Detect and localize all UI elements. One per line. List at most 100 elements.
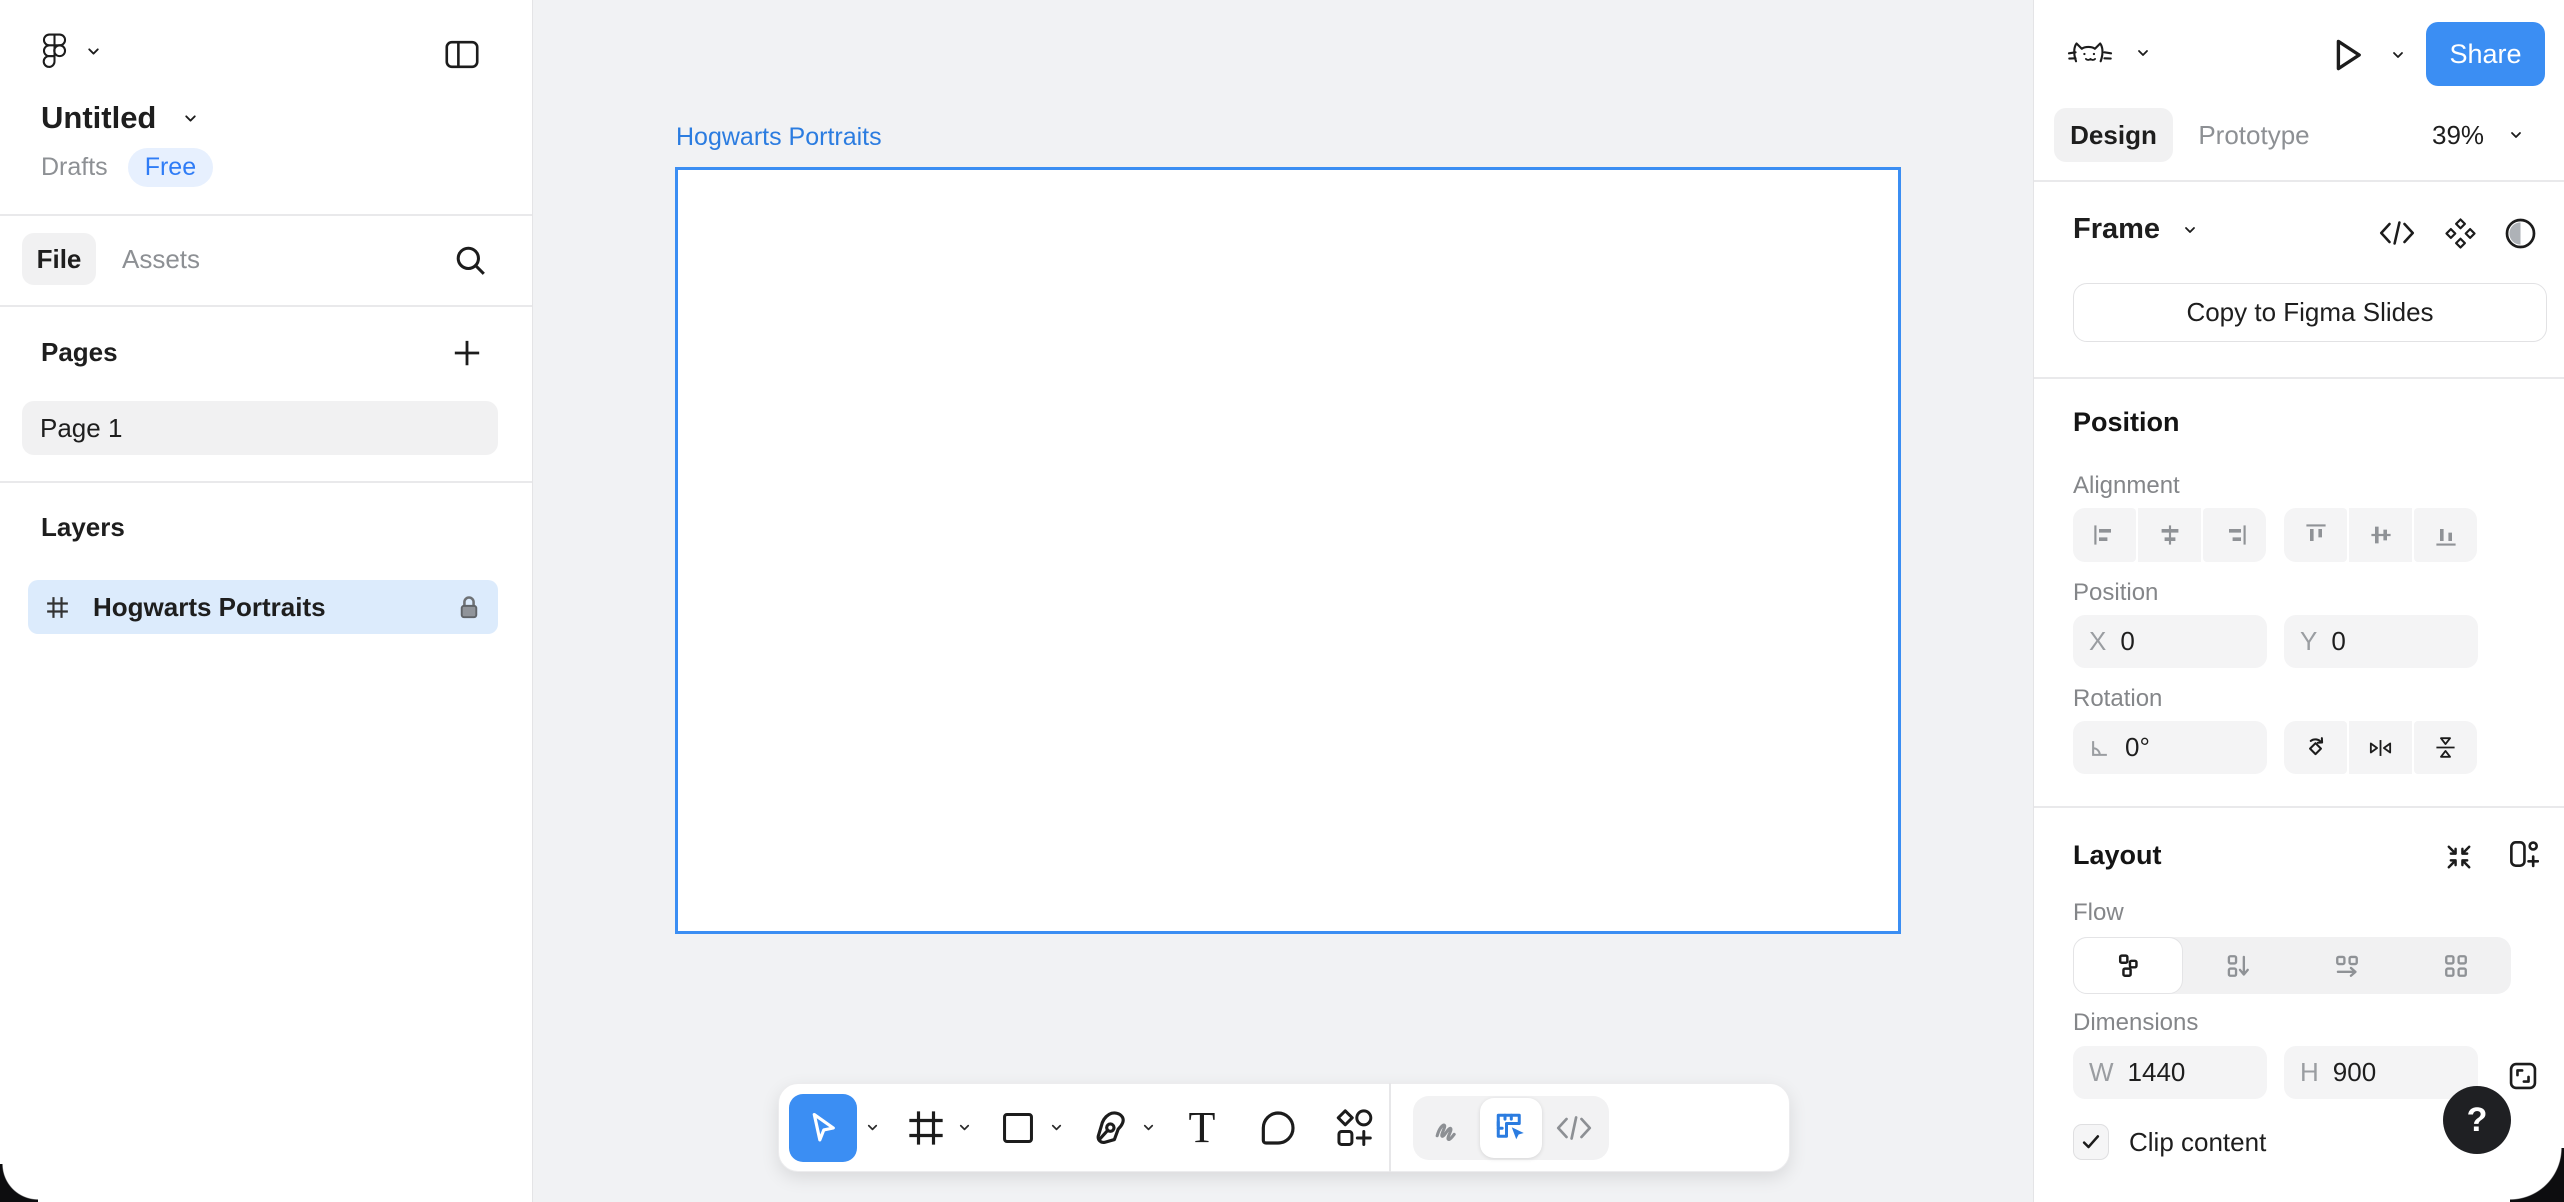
design-mode-button[interactable] <box>1480 1098 1542 1158</box>
share-button[interactable]: Share <box>2426 22 2545 86</box>
pen-tool[interactable] <box>1087 1098 1133 1158</box>
flow-label: Flow <box>2073 899 2124 927</box>
chevron-down-icon <box>2508 127 2524 143</box>
flow-horizontal-option[interactable] <box>2292 953 2401 979</box>
draw-mode-button[interactable] <box>1416 1096 1480 1160</box>
add-page-icon[interactable] <box>452 338 482 368</box>
align-top-button[interactable] <box>2284 508 2347 562</box>
lock-icon[interactable] <box>458 594 480 621</box>
w-value: 1440 <box>2128 1057 2186 1088</box>
align-right-button[interactable] <box>2203 508 2266 562</box>
y-position-input[interactable]: Y 0 <box>2284 615 2478 668</box>
alignment-label: Alignment <box>2073 472 2180 500</box>
help-button[interactable]: ? <box>2443 1086 2511 1154</box>
zoom-menu[interactable]: 39% <box>2432 108 2524 162</box>
height-input[interactable]: H 900 <box>2284 1046 2478 1099</box>
dev-code-icon[interactable] <box>2379 220 2415 246</box>
pen-tool-options-chevron[interactable] <box>1133 1098 1163 1158</box>
constrain-proportions-icon[interactable] <box>2507 1060 2539 1092</box>
width-input[interactable]: W 1440 <box>2073 1046 2267 1099</box>
selection-type-menu[interactable]: Frame <box>2073 213 2198 246</box>
comment-bubble-icon <box>1258 1108 1298 1148</box>
comment-tool[interactable] <box>1255 1098 1301 1158</box>
canvas-frame-label[interactable]: Hogwarts Portraits <box>676 123 882 152</box>
layers-header: Layers <box>41 512 125 543</box>
move-cursor-icon <box>804 1109 842 1147</box>
align-horizontal-centers-button[interactable] <box>2138 508 2201 562</box>
rotation-input[interactable]: 0° <box>2073 721 2267 774</box>
variable-modes-icon[interactable] <box>2504 217 2537 250</box>
collapse-panel-icon[interactable] <box>444 40 480 69</box>
angle-icon <box>2089 737 2111 759</box>
present-options-chevron-icon[interactable] <box>2390 47 2406 63</box>
rotation-label: Rotation <box>2073 685 2162 713</box>
y-value: 0 <box>2331 626 2345 657</box>
flow-freeform-option[interactable] <box>2073 937 2183 994</box>
rotate-90-button[interactable] <box>2284 721 2347 774</box>
right-inspector-panel: Share Design Prototype 39% Frame C <box>2033 0 2564 1202</box>
y-label: Y <box>2300 626 2317 657</box>
tab-design[interactable]: Design <box>2054 108 2173 162</box>
tab-file[interactable]: File <box>22 233 96 285</box>
breadcrumb-drafts[interactable]: Drafts <box>41 153 108 182</box>
frame-tool[interactable] <box>903 1098 949 1158</box>
design-ruler-cursor-icon <box>1493 1110 1529 1146</box>
dev-mode-button[interactable] <box>1542 1096 1606 1160</box>
pages-header: Pages <box>41 337 118 368</box>
w-label: W <box>2089 1057 2114 1088</box>
clip-content-label: Clip content <box>2129 1127 2266 1158</box>
move-tool-options-chevron[interactable] <box>857 1098 887 1158</box>
frame-icon <box>906 1108 946 1148</box>
layer-item-hogwarts-portraits[interactable]: Hogwarts Portraits <box>28 580 498 634</box>
tab-assets[interactable]: Assets <box>122 233 200 285</box>
resize-to-fit-icon[interactable] <box>2444 842 2474 872</box>
clip-content-checkbox[interactable] <box>2073 1124 2109 1160</box>
figma-app: Untitled Drafts Free File Assets Pages P… <box>0 0 2564 1202</box>
align-left-button[interactable] <box>2073 508 2136 562</box>
pen-icon <box>1089 1107 1131 1149</box>
shape-tool-options-chevron[interactable] <box>1041 1098 1071 1158</box>
actions-tool[interactable] <box>1331 1098 1377 1158</box>
chevron-down-icon <box>85 43 102 60</box>
flip-horizontal-button[interactable] <box>2349 721 2412 774</box>
x-label: X <box>2089 626 2106 657</box>
x-position-input[interactable]: X 0 <box>2073 615 2267 668</box>
file-name-menu[interactable]: Untitled <box>41 100 199 136</box>
rectangle-icon <box>999 1109 1037 1147</box>
actions-icon <box>1333 1107 1375 1149</box>
main-menu-button[interactable] <box>42 33 102 70</box>
chevron-down-icon <box>2135 45 2151 61</box>
help-question-mark: ? <box>2467 1101 2488 1140</box>
flow-vertical-option[interactable] <box>2183 953 2292 979</box>
frame-layer-icon <box>46 596 69 619</box>
checkmark-icon <box>2081 1133 2101 1151</box>
mode-switcher <box>1413 1096 1609 1160</box>
rectangle-tool[interactable] <box>995 1098 1041 1158</box>
figma-logo-icon <box>42 33 67 70</box>
chevron-down-icon <box>182 110 199 127</box>
flow-grid-option[interactable] <box>2402 953 2511 979</box>
text-tool[interactable]: T <box>1179 1098 1225 1158</box>
search-icon[interactable] <box>455 245 487 277</box>
add-auto-layout-icon[interactable] <box>2507 838 2539 870</box>
dimensions-label: Dimensions <box>2073 1009 2198 1037</box>
plan-badge[interactable]: Free <box>128 148 213 187</box>
text-tool-icon: T <box>1189 1106 1216 1150</box>
position-section-title: Position <box>2073 407 2180 438</box>
flip-vertical-button[interactable] <box>2414 721 2477 774</box>
align-vertical-centers-button[interactable] <box>2349 508 2412 562</box>
move-tool[interactable] <box>789 1094 857 1162</box>
copy-to-slides-button[interactable]: Copy to Figma Slides <box>2073 283 2547 342</box>
present-play-icon[interactable] <box>2332 35 2364 75</box>
page-item[interactable]: Page 1 <box>22 401 498 455</box>
position-label: Position <box>2073 579 2158 607</box>
layer-name: Hogwarts Portraits <box>93 592 434 623</box>
frame-tool-options-chevron[interactable] <box>949 1098 979 1158</box>
align-bottom-button[interactable] <box>2414 508 2477 562</box>
component-icon[interactable] <box>2444 217 2477 250</box>
cursor-settings-menu[interactable] <box>2067 36 2151 70</box>
marker-squiggle-icon <box>1431 1111 1465 1145</box>
tab-prototype[interactable]: Prototype <box>2192 108 2316 162</box>
h-label: H <box>2300 1057 2319 1088</box>
canvas-frame[interactable] <box>675 167 1901 934</box>
